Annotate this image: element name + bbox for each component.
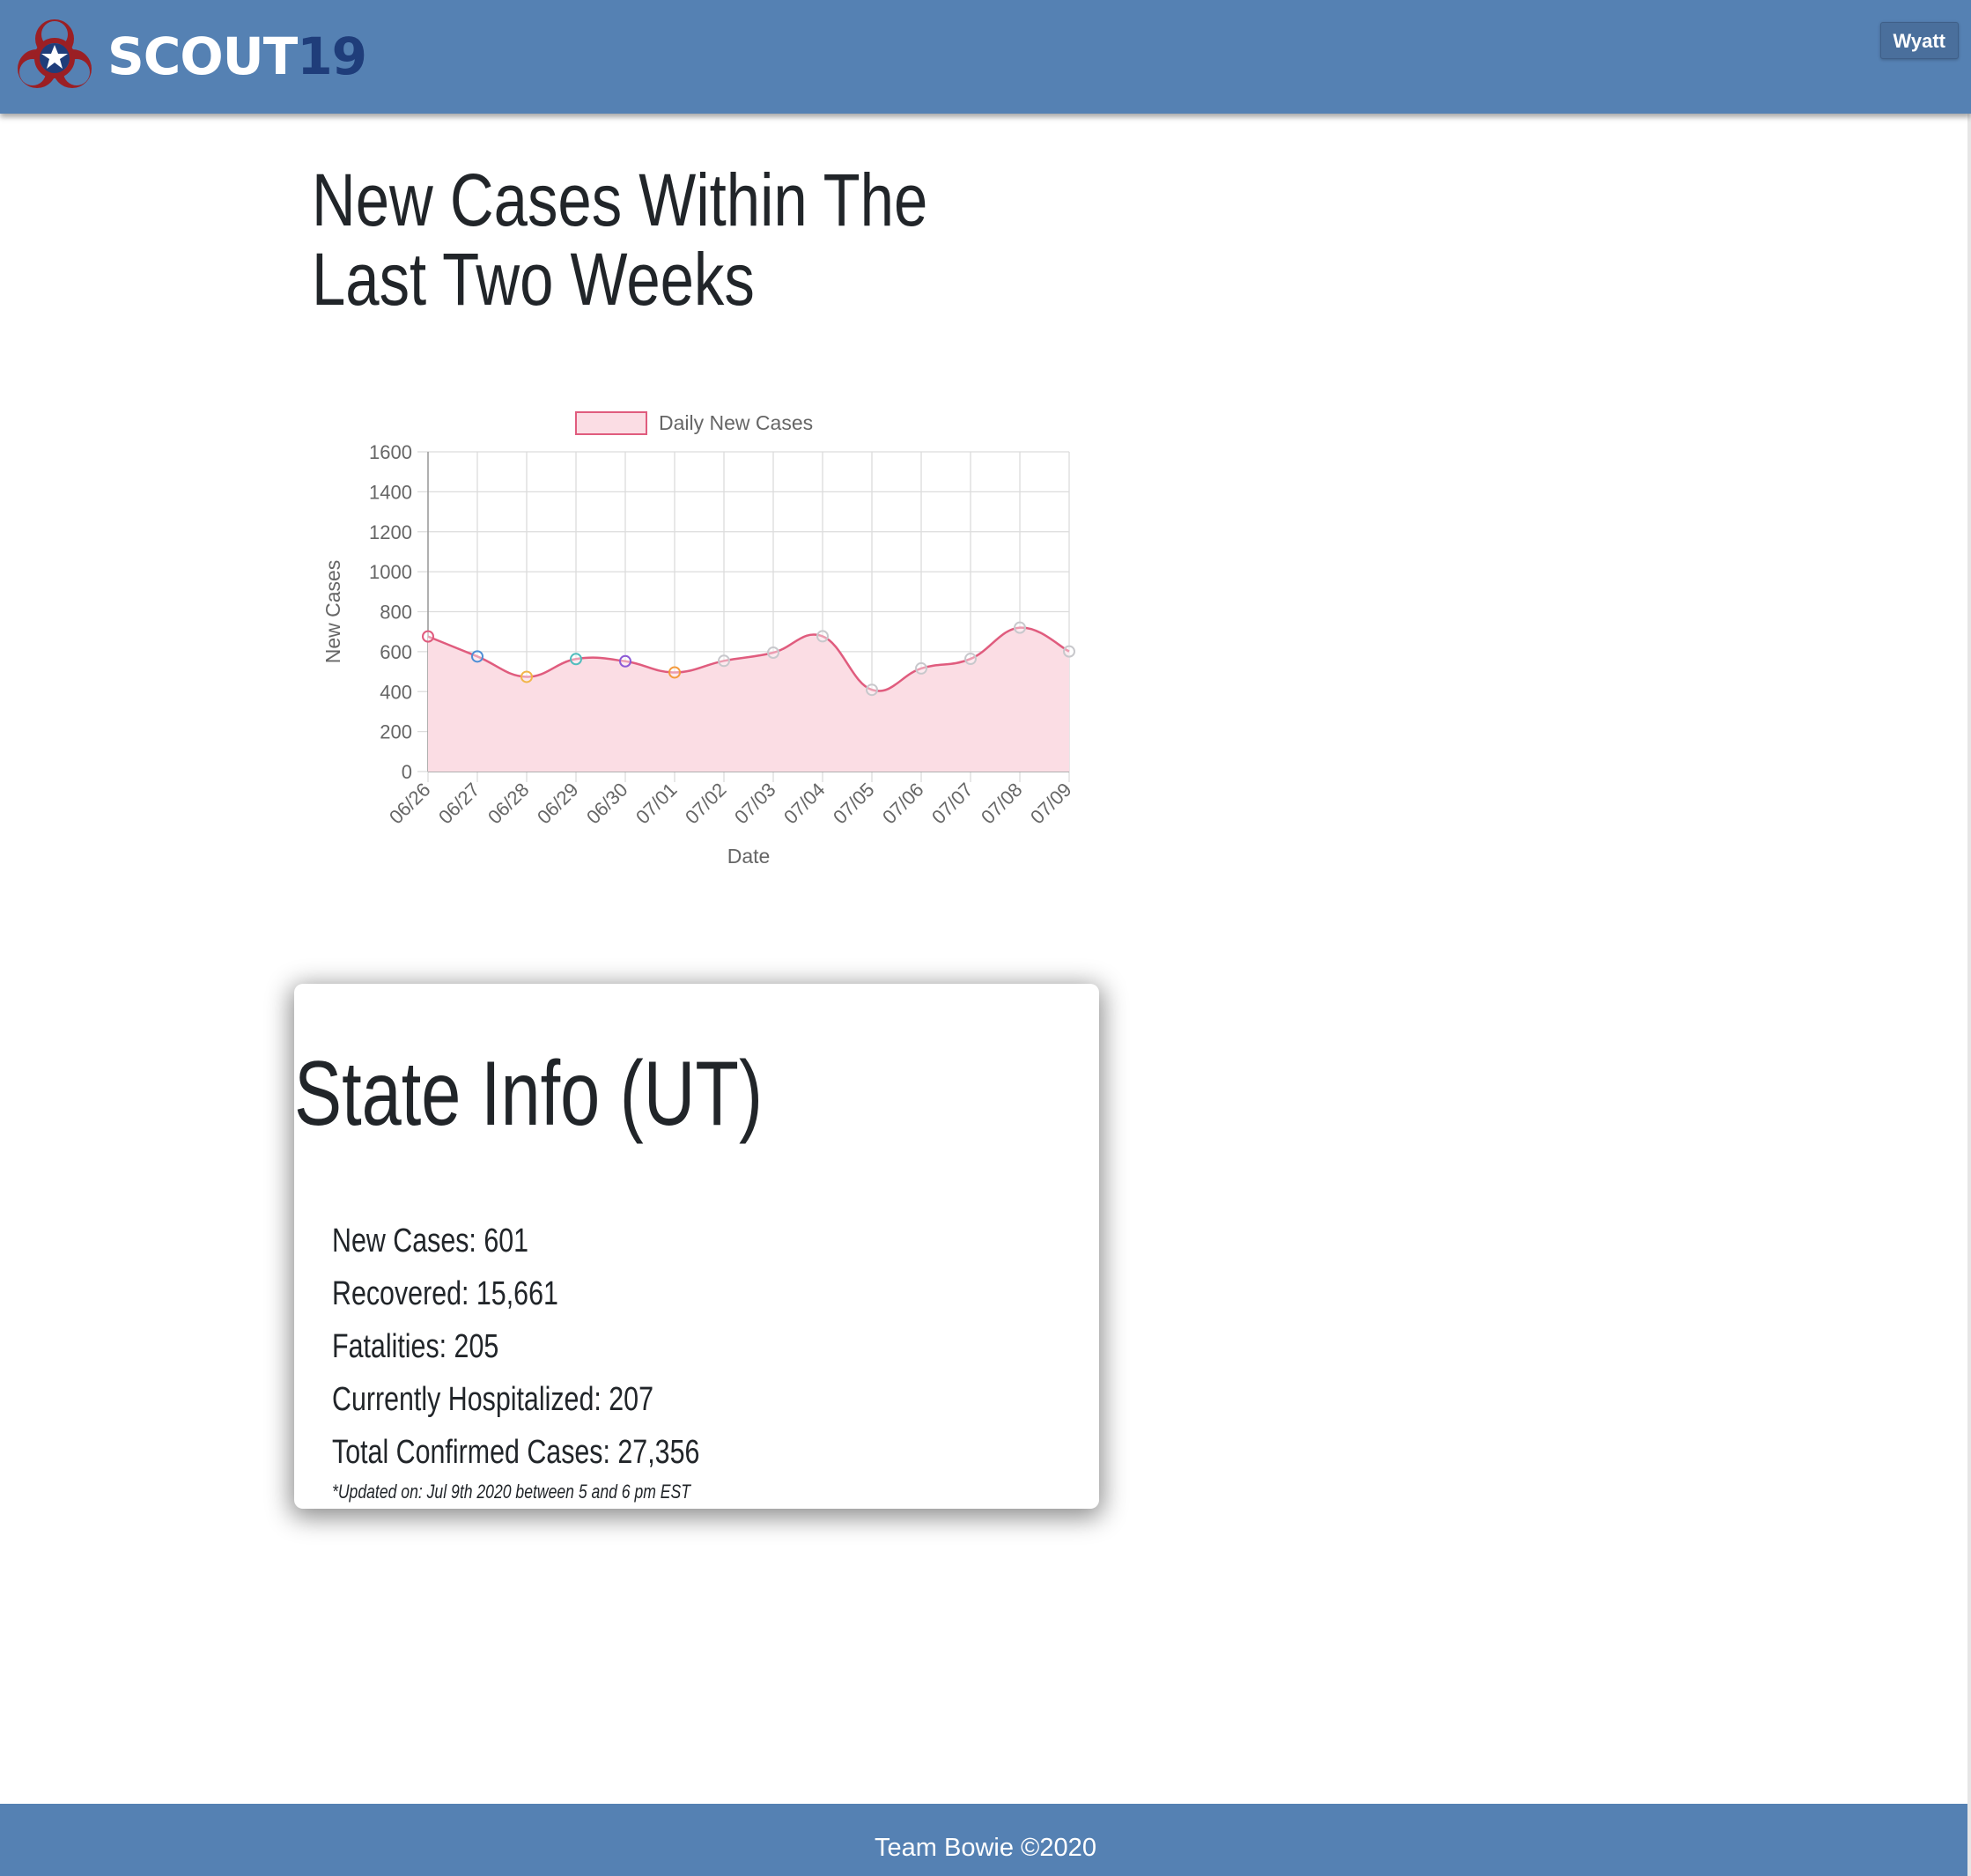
new-cases-chart: 0 200 400 600 800 1000 1200 1400 1600 06/26 06/27 0… bbox=[312, 396, 1087, 890]
y-tick-label: 1200 bbox=[369, 521, 412, 543]
x-tick-label: 07/06 bbox=[878, 779, 928, 829]
data-point bbox=[767, 646, 779, 660]
user-menu-button[interactable]: Wyatt bbox=[1879, 22, 1959, 59]
legend-swatch bbox=[575, 411, 647, 435]
data-point bbox=[1014, 621, 1026, 634]
stat-recovered: Recovered: 15,661 bbox=[332, 1275, 558, 1312]
brand-name-number: 19 bbox=[297, 26, 367, 86]
navbar: SCOUT19 Wyatt bbox=[0, 0, 1971, 114]
x-tick-label: 06/29 bbox=[533, 779, 583, 829]
biohazard-star-icon bbox=[12, 14, 97, 99]
footer-text: Team Bowie ©2020 bbox=[875, 1834, 1096, 1862]
y-tick-label: 200 bbox=[380, 721, 412, 743]
state-info-card: State Info (UT) New Cases: 601 Recovered… bbox=[294, 984, 1099, 1509]
state-info-title: State Info (UT) bbox=[294, 1043, 763, 1145]
x-tick-label: 07/03 bbox=[730, 779, 780, 829]
x-tick-label: 07/01 bbox=[631, 779, 682, 829]
data-point bbox=[471, 650, 484, 663]
x-tick-label: 06/30 bbox=[582, 779, 632, 829]
state-stats-list: New Cases: 601 Recovered: 15,661 Fatalit… bbox=[332, 1215, 792, 1479]
data-point bbox=[718, 654, 730, 668]
data-point bbox=[668, 666, 681, 679]
data-point bbox=[520, 670, 533, 683]
x-tick-label: 06/26 bbox=[385, 779, 435, 829]
y-tick-label: 600 bbox=[380, 641, 412, 663]
y-tick-label: 1000 bbox=[369, 561, 412, 583]
x-tick-label: 07/09 bbox=[1026, 779, 1076, 829]
scrollbar-track[interactable] bbox=[1967, 0, 1971, 1876]
x-tick-label: 06/28 bbox=[484, 779, 534, 829]
data-point bbox=[866, 683, 878, 697]
data-point bbox=[816, 630, 829, 643]
x-tick-label: 07/08 bbox=[977, 779, 1027, 829]
x-tick-label: 07/04 bbox=[779, 779, 830, 829]
data-point bbox=[1063, 645, 1075, 658]
series-area-fill bbox=[428, 627, 1069, 772]
stat-fatalities: Fatalities: 205 bbox=[332, 1328, 499, 1365]
x-tick-label: 06/27 bbox=[434, 779, 484, 829]
data-point bbox=[422, 630, 434, 643]
chart-heading: New Cases Within The Last Two Weeks bbox=[312, 159, 928, 321]
stat-hospitalized: Currently Hospitalized: 207 bbox=[332, 1381, 653, 1418]
chart-svg: 0200400600800100012001400160006/26 06/27 0… bbox=[321, 411, 1076, 868]
x-tick-label: 07/02 bbox=[681, 779, 731, 829]
y-tick-label: 0 bbox=[402, 761, 412, 783]
y-tick-label: 800 bbox=[380, 602, 412, 624]
brand-logo-link[interactable]: SCOUT19 bbox=[12, 14, 367, 99]
x-axis-title: Date bbox=[727, 845, 771, 868]
brand-name-scout: SCOUT bbox=[107, 26, 298, 86]
stat-total-confirmed: Total Confirmed Cases: 27,356 bbox=[332, 1434, 700, 1471]
updated-note: *Updated on: Jul 9th 2020 between 5 and … bbox=[332, 1481, 691, 1503]
y-tick-label: 1600 bbox=[369, 441, 412, 463]
y-axis-title: New Cases bbox=[321, 560, 344, 664]
data-point bbox=[570, 653, 582, 666]
legend-label: Daily New Cases bbox=[659, 411, 813, 434]
x-tick-label: 07/05 bbox=[829, 779, 879, 829]
footer: Team Bowie ©2020 bbox=[0, 1804, 1971, 1876]
page: SCOUT19 Wyatt New Cases Within The Last … bbox=[0, 0, 1971, 1876]
x-tick-label: 07/07 bbox=[927, 779, 978, 829]
y-tick-label: 400 bbox=[380, 681, 412, 703]
y-tick-label: 1400 bbox=[369, 481, 412, 503]
brand-name: SCOUT19 bbox=[107, 31, 367, 82]
data-point bbox=[915, 661, 927, 675]
data-point bbox=[964, 653, 977, 666]
stat-new-cases: New Cases: 601 bbox=[332, 1222, 529, 1259]
data-point bbox=[619, 654, 631, 668]
